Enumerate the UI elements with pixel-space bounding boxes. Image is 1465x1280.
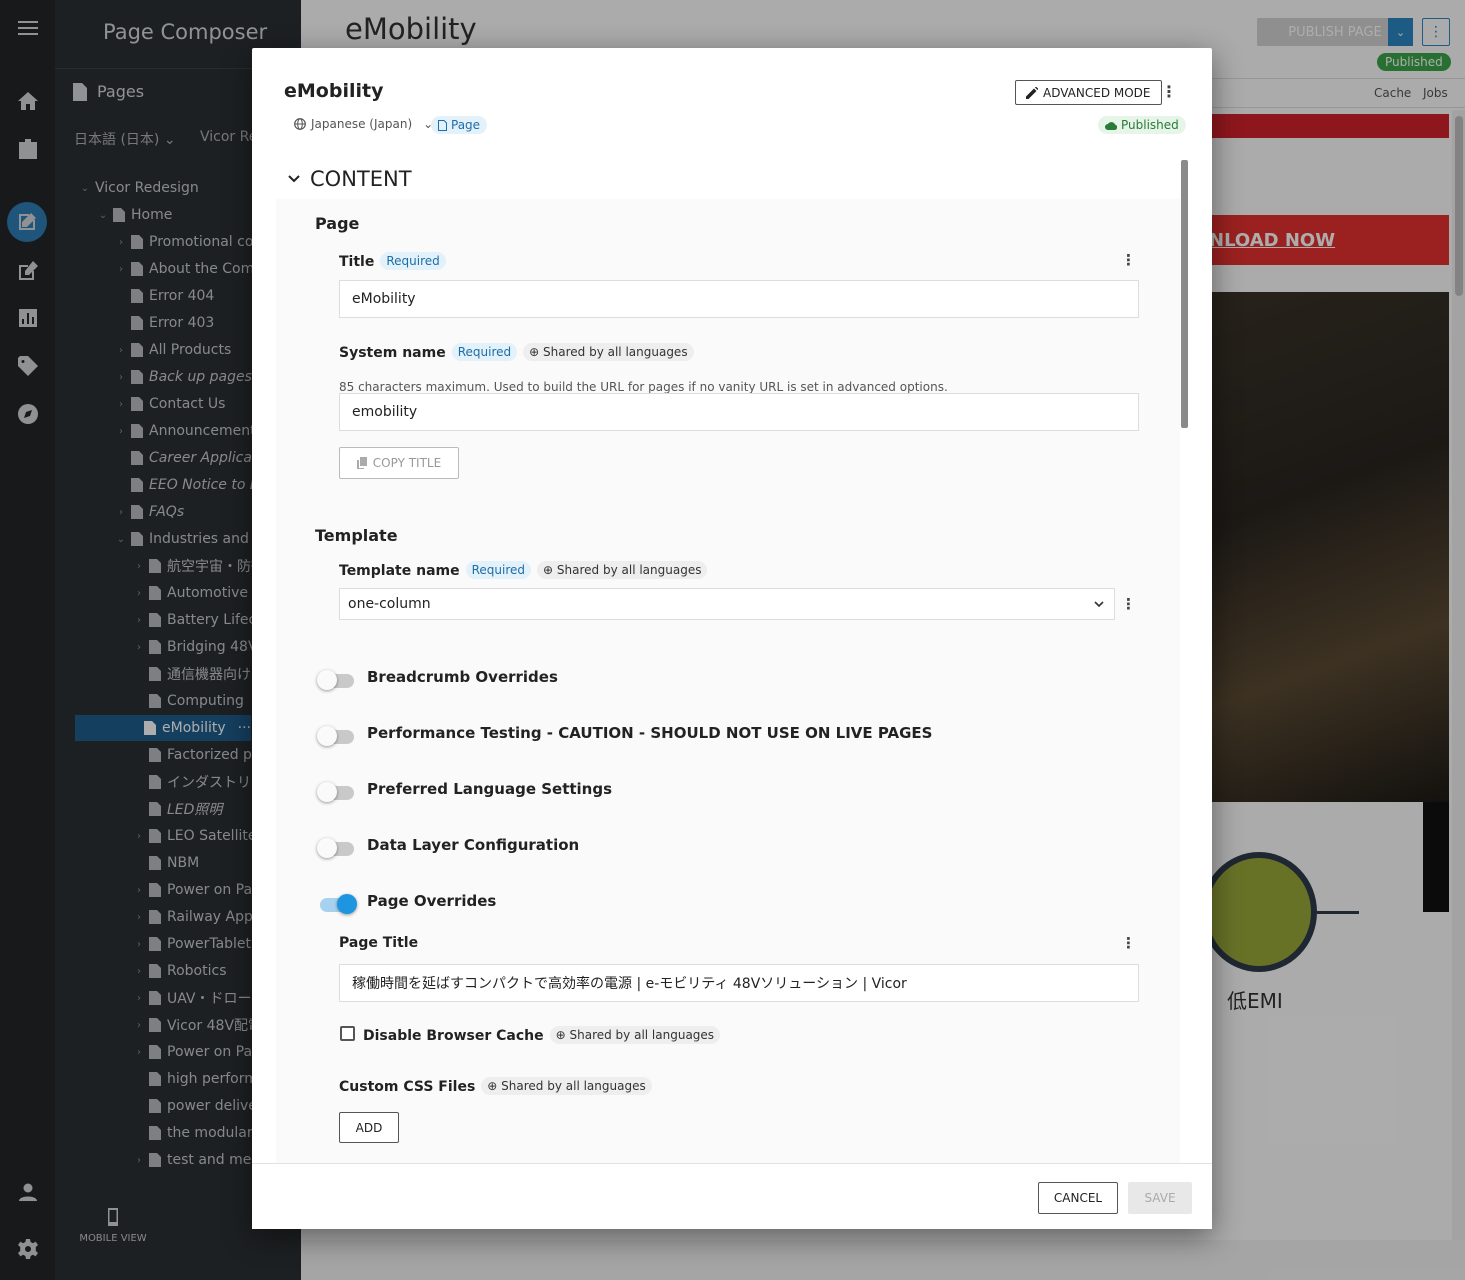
shared-badge: ⊕ Shared by all languages — [537, 561, 708, 579]
toggle-switch[interactable] — [317, 726, 354, 746]
toggle-knob — [317, 838, 337, 858]
document-icon — [438, 119, 447, 131]
template-group-title: Template — [315, 526, 398, 545]
toggle-label: Preferred Language Settings — [367, 780, 613, 798]
system-name-label: System name Required ⊕ Shared by all langu… — [339, 343, 694, 361]
system-name-label-text: System name — [339, 345, 446, 361]
shared-badge: ⊕ Shared by all languages — [523, 343, 694, 361]
shared-badge-label: Shared by all languages — [543, 345, 688, 359]
title-more-icon[interactable]: ⋮ — [1121, 251, 1136, 269]
shared-badge-label: Shared by all languages — [556, 563, 702, 577]
page-type-label: Page — [451, 118, 481, 132]
required-badge: Required — [451, 343, 518, 361]
globe-icon: ⊕ — [487, 1079, 498, 1093]
toggle-knob — [317, 782, 337, 802]
toggle-label: Page Overrides — [367, 892, 497, 910]
toggle-knob — [317, 726, 337, 746]
dialog-language-select[interactable]: Japanese (Japan) ⌄ — [294, 117, 433, 131]
template-name-label: Template name Required ⊕ Shared by all lan… — [339, 561, 708, 579]
template-name-label-text: Template name — [339, 563, 460, 579]
template-select[interactable]: one-column — [339, 588, 1115, 620]
chevron-down-icon — [288, 175, 300, 183]
custom-css-label: Custom CSS Files ⊕ Shared by all language… — [339, 1077, 652, 1095]
status-badge: Published — [1098, 116, 1186, 134]
globe-icon: ⊕ — [543, 563, 554, 577]
shared-badge: ⊕ Shared by all languages — [481, 1077, 652, 1095]
cloud-check-icon — [1105, 121, 1117, 130]
toggle-label: Data Layer Configuration — [367, 836, 580, 854]
cancel-button[interactable]: CANCEL — [1038, 1182, 1118, 1214]
toggle-switch[interactable] — [320, 894, 357, 914]
page-group-title: Page — [315, 214, 360, 233]
toggle-knob — [337, 894, 357, 914]
pencil-icon — [1026, 86, 1038, 99]
add-css-button[interactable]: ADD — [339, 1112, 399, 1143]
toggle-switch[interactable] — [317, 838, 354, 858]
toggle-knob — [317, 670, 337, 690]
page-title-input[interactable]: 稼働時間を延ばすコンパクトで高効率の電源 | e-モビリティ 48Vソリューショ… — [339, 964, 1139, 1002]
toggle-switch[interactable] — [317, 670, 354, 690]
dialog-footer: CANCEL SAVE — [252, 1163, 1212, 1229]
copy-icon — [356, 457, 367, 469]
dialog-more-icon[interactable]: ⋮ — [1161, 82, 1177, 102]
globe-icon: ⊕ — [555, 1028, 566, 1042]
chevron-down-icon — [1094, 601, 1104, 607]
globe-icon — [294, 118, 306, 130]
title-label: Title Required — [339, 252, 446, 270]
template-more-icon[interactable]: ⋮ — [1121, 595, 1136, 613]
content-section: Page Title Required ⋮ eMobility System na… — [276, 199, 1180, 1163]
page-title-more-icon[interactable]: ⋮ — [1121, 934, 1136, 952]
custom-css-text: Custom CSS Files — [339, 1079, 476, 1095]
required-badge: Required — [465, 561, 532, 579]
page-type-chip: Page — [431, 116, 488, 134]
dialog-body: CONTENT Page Title Required ⋮ eMobility S… — [252, 158, 1180, 1163]
system-name-input[interactable]: emobility — [339, 393, 1139, 431]
advanced-mode-label: ADVANCED MODE — [1043, 85, 1151, 100]
section-title: CONTENT — [310, 167, 412, 191]
disable-browser-cache-checkbox[interactable] — [340, 1026, 355, 1041]
save-button[interactable]: SAVE — [1128, 1182, 1192, 1214]
shared-badge-label: Shared by all languages — [501, 1079, 646, 1093]
shared-badge-label: Shared by all languages — [569, 1028, 715, 1042]
system-name-help: 85 characters maximum. Used to build the… — [339, 380, 948, 394]
title-input[interactable]: eMobility — [339, 280, 1139, 318]
title-label-text: Title — [339, 254, 375, 270]
page-title-label: Page Title — [339, 935, 419, 951]
dialog-title: eMobility — [284, 80, 384, 102]
dialog-language-label: Japanese (Japan) — [311, 117, 413, 131]
disable-browser-cache-text: Disable Browser Cache — [363, 1028, 544, 1044]
toggle-label: Performance Testing - CAUTION - SHOULD N… — [367, 724, 933, 742]
edit-page-dialog: eMobility ADVANCED MODE ⋮ Japanese (Japa… — [252, 48, 1212, 1229]
toggle-switch[interactable] — [317, 782, 354, 802]
content-section-toggle[interactable]: CONTENT — [288, 167, 412, 191]
disable-browser-cache-label: Disable Browser Cache ⊕ Shared by all lan… — [363, 1026, 721, 1044]
shared-badge: ⊕ Shared by all languages — [549, 1026, 721, 1044]
status-label: Published — [1121, 118, 1179, 132]
copy-title-button[interactable]: COPY TITLE — [339, 447, 459, 479]
template-select-value: one-column — [348, 596, 431, 612]
required-badge: Required — [380, 252, 446, 270]
dialog-scrollbar[interactable] — [1181, 160, 1188, 428]
globe-icon: ⊕ — [529, 345, 540, 359]
toggle-label: Breadcrumb Overrides — [367, 668, 558, 686]
copy-title-label: COPY TITLE — [372, 456, 442, 470]
advanced-mode-button[interactable]: ADVANCED MODE — [1015, 80, 1162, 105]
